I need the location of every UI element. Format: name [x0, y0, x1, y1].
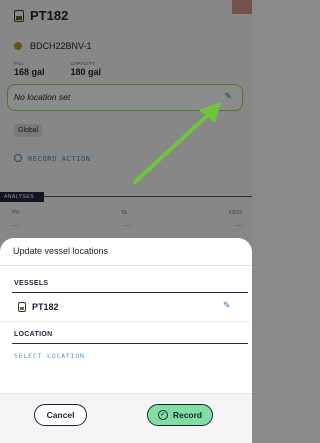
vessels-heading: VESSELS	[14, 280, 49, 287]
select-location-link[interactable]: SELECT LOCATION	[14, 352, 85, 360]
vessel-name: PT182	[32, 302, 59, 312]
sheet-title: Update vessel locations	[13, 246, 109, 256]
vessel-row-divider	[0, 321, 252, 322]
location-heading: LOCATION	[14, 331, 53, 338]
vessel-list-item: PT182	[18, 302, 59, 312]
location-divider	[12, 343, 248, 344]
vessels-divider	[12, 292, 248, 293]
record-button[interactable]: ✓ Record	[147, 404, 213, 426]
check-circle-icon: ✓	[157, 410, 168, 420]
vessel-icon	[18, 302, 26, 312]
cancel-button[interactable]: Cancel	[34, 404, 87, 426]
record-button-label: Record	[172, 410, 203, 420]
pencil-icon[interactable]: ✎	[223, 300, 231, 311]
title-divider	[0, 265, 252, 266]
